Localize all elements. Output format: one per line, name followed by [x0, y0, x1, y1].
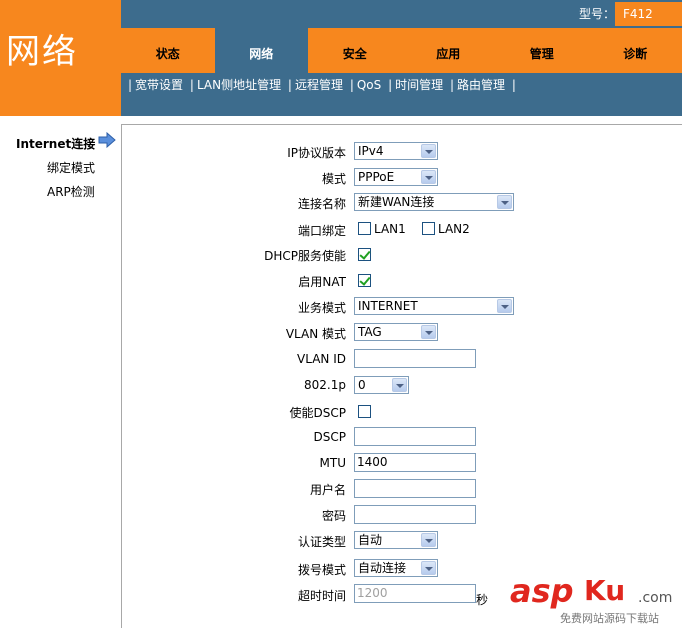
dial-mode-label: 拨号模式: [297, 563, 346, 577]
top-bar: 型号： F412: [121, 0, 682, 28]
connection-name-label: 连接名称: [297, 197, 346, 211]
dscp-enable-checkbox[interactable]: [358, 405, 371, 418]
watermark-ku: Ku: [584, 574, 626, 607]
chevron-down-icon: [497, 299, 512, 313]
nat-enable-label: 启用NAT: [298, 275, 346, 289]
ip-version-label: IP协议版本: [287, 146, 346, 160]
mtu-label: MTU: [319, 456, 346, 470]
tab-network[interactable]: 网络: [214, 28, 308, 73]
dscp-enable-label: 使能DSCP: [289, 406, 346, 420]
watermark-com: .com: [638, 590, 673, 606]
port-binding-label: 端口绑定: [297, 224, 346, 238]
timeout-input[interactable]: 1200: [354, 584, 476, 603]
connection-name-select[interactable]: 新建WAN连接: [354, 193, 514, 211]
main-tabs: 状态 网络 安全 应用 管理 诊断: [121, 28, 682, 73]
username-input[interactable]: [354, 479, 476, 498]
subnav-lan-address[interactable]: LAN侧地址管理: [197, 78, 281, 92]
mtu-input[interactable]: 1400: [354, 453, 476, 472]
sidebar: Internet连接 绑定模式 ARP检测: [0, 116, 121, 628]
tab-application[interactable]: 应用: [402, 28, 496, 73]
vlan-id-label: VLAN ID: [297, 352, 346, 366]
dhcp-enable-checkbox[interactable]: [358, 248, 371, 261]
sub-nav: | 宽带设置 | LAN侧地址管理 | 远程管理 | QoS | 时间管理 | 路由管理 |: [121, 73, 682, 116]
chevron-down-icon: [497, 195, 512, 209]
dscp-label: DSCP: [313, 430, 346, 444]
content-panel: IP协议版本 IPv4 模式 PPPoE 连接名称 新建WAN连接 端口绑定 L…: [121, 124, 682, 628]
mode-label: 模式: [321, 172, 346, 186]
subnav-broadband[interactable]: 宽带设置: [135, 78, 183, 92]
tab-diagnosis[interactable]: 诊断: [589, 28, 682, 73]
lan2-checkbox[interactable]: [422, 222, 435, 235]
page-title: 网络: [6, 32, 78, 72]
chevron-down-icon: [421, 144, 436, 158]
vlan-id-input[interactable]: [354, 349, 476, 368]
ip-version-select[interactable]: IPv4: [354, 142, 438, 160]
dot1p-label: 802.1p: [304, 378, 346, 392]
dial-mode-select[interactable]: 自动连接: [354, 559, 438, 577]
sidebar-item-internet[interactable]: Internet连接: [16, 135, 95, 152]
sidebar-item-arp[interactable]: ARP检测: [47, 183, 95, 200]
timeout-label: 超时时间: [297, 589, 346, 603]
sidebar-item-bind-mode[interactable]: 绑定模式: [47, 159, 95, 176]
dhcp-enable-label: DHCP服务使能: [264, 249, 346, 263]
service-mode-select[interactable]: INTERNET: [354, 297, 514, 315]
subnav-routing[interactable]: 路由管理: [457, 78, 505, 92]
username-label: 用户名: [309, 483, 346, 497]
brand-block: 网络: [0, 0, 121, 116]
lan1-checkbox[interactable]: [358, 222, 371, 235]
chevron-down-icon: [421, 561, 436, 575]
dscp-input[interactable]: [354, 427, 476, 446]
watermark-subtitle: 免费网站源码下载站: [560, 612, 659, 625]
timeout-unit: 秒: [476, 593, 489, 607]
lan1-label: LAN1: [374, 222, 406, 236]
password-input[interactable]: [354, 505, 476, 524]
model-value: F412: [615, 2, 682, 26]
password-label: 密码: [321, 509, 346, 523]
tab-security[interactable]: 安全: [308, 28, 402, 73]
auth-type-label: 认证类型: [297, 535, 346, 549]
auth-type-select[interactable]: 自动: [354, 531, 438, 549]
chevron-down-icon: [421, 533, 436, 547]
nat-enable-checkbox[interactable]: [358, 274, 371, 287]
service-mode-label: 业务模式: [297, 301, 346, 315]
vlan-mode-label: VLAN 模式: [285, 327, 346, 341]
subnav-remote[interactable]: 远程管理: [295, 78, 343, 92]
lan2-label: LAN2: [438, 222, 470, 236]
chevron-down-icon: [421, 170, 436, 184]
arrow-right-icon: [98, 132, 116, 148]
chevron-down-icon: [392, 378, 407, 392]
vlan-mode-select[interactable]: TAG: [354, 323, 438, 341]
dot1p-select[interactable]: 0: [354, 376, 409, 394]
tab-management[interactable]: 管理: [495, 28, 589, 73]
chevron-down-icon: [421, 325, 436, 339]
subnav-time[interactable]: 时间管理: [395, 78, 443, 92]
mode-select[interactable]: PPPoE: [354, 168, 438, 186]
model-label: 型号：: [579, 7, 616, 21]
tab-status[interactable]: 状态: [121, 28, 215, 73]
subnav-qos[interactable]: QoS: [357, 78, 381, 92]
watermark-logo: asp Ku .com 免费网站源码下载站: [510, 572, 682, 628]
watermark-asp: asp: [510, 572, 574, 610]
